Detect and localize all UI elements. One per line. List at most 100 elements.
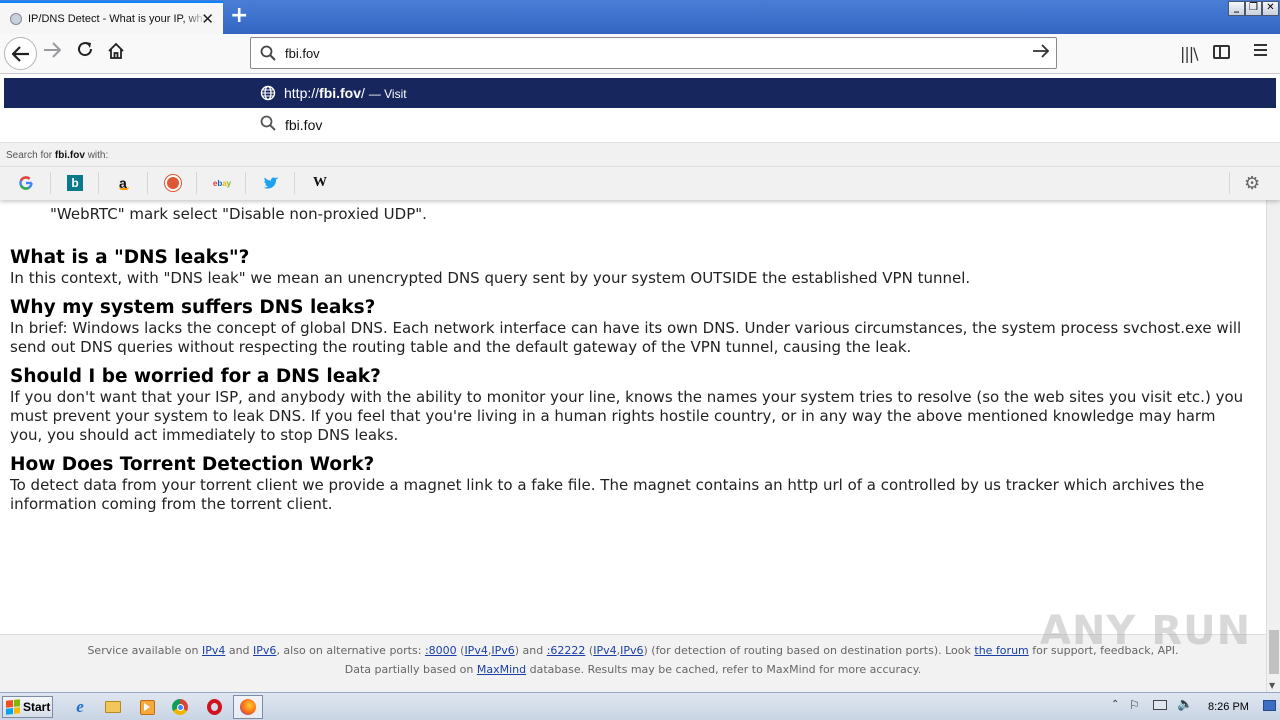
duckduckgo-icon[interactable] [163, 173, 183, 193]
sidebar-toggle-icon[interactable] [1213, 45, 1230, 59]
suggestion-visit-text: http://fbi.fov/ — Visit [284, 85, 407, 101]
section-body-torrent: To detect data from your torrent client … [10, 476, 1205, 513]
section-heading-dns-leaks: What is a "DNS leaks"? [10, 247, 250, 268]
page-scrollbar[interactable]: ▼ [1266, 200, 1280, 692]
suggestion-search-text: fbi.fov [285, 117, 323, 133]
opera-icon[interactable] [204, 697, 224, 717]
section-heading-why-leaks: Why my system suffers DNS leaks? [10, 297, 376, 318]
browser-tab[interactable]: IP/DNS Detect - What is your IP, what is… [0, 1, 223, 34]
url-input-value[interactable]: fbi.fov [285, 46, 320, 61]
back-button[interactable] [4, 37, 37, 70]
action-center-flag-icon[interactable]: ⚐ [1129, 698, 1140, 712]
firefox-icon[interactable] [238, 697, 258, 717]
engine-separator [98, 172, 99, 194]
chrome-icon[interactable] [170, 697, 190, 717]
engine-separator [245, 172, 246, 194]
tab-title: IP/DNS Detect - What is your IP, what is… [28, 12, 206, 25]
footer-text: ) (for detection of routing based on des… [643, 644, 975, 657]
footer-text: , also on alternative ports: [276, 644, 425, 657]
minimize-button[interactable]: _ [1228, 1, 1245, 16]
ipv6-link[interactable]: IPv6 [253, 644, 276, 657]
network-icon[interactable] [1153, 700, 1167, 710]
show-desktop-icon[interactable] [1263, 700, 1276, 711]
tray-expand-icon[interactable]: ⌃ [1111, 699, 1119, 710]
port-62222-link[interactable]: :62222 [547, 644, 586, 657]
footer-text: ) and [514, 644, 547, 657]
port-8000-ipv4-link[interactable]: IPv4 [464, 644, 487, 657]
anyrun-watermark: ANY RUN [1040, 608, 1252, 654]
section-body-worried: If you don't want that your ISP, and any… [10, 388, 1244, 444]
forward-arrow-icon [44, 42, 62, 58]
engine-separator [294, 172, 295, 194]
amazon-icon[interactable]: a [114, 173, 134, 193]
ipv4-link[interactable]: IPv4 [202, 644, 225, 657]
start-label: Start [23, 700, 51, 714]
globe-icon [260, 85, 276, 106]
windows-taskbar: Start e ⌃ ⚐ 🔈 8:26 PM [0, 692, 1280, 720]
close-window-button[interactable]: ✕ [1262, 1, 1279, 16]
search-settings-gear-icon[interactable]: ⚙ [1244, 173, 1260, 194]
footer-text: Data partially based on [344, 663, 477, 676]
scrollbar-thumb[interactable] [1269, 630, 1279, 674]
section-heading-torrent: How Does Torrent Detection Work? [10, 454, 375, 475]
reload-button[interactable] [76, 40, 94, 63]
explorer-icon[interactable] [103, 697, 123, 717]
search-engines-bar: b a ebay W ⚙ [0, 166, 1280, 200]
window-titlebar: IP/DNS Detect - What is your IP, what is… [0, 0, 1280, 34]
search-with-label: Search for fbi.fov with: [0, 142, 1280, 166]
windows-logo-icon [6, 699, 20, 715]
engine-separator [50, 172, 51, 194]
reload-icon [78, 42, 93, 57]
port-8000-ipv6-link[interactable]: IPv6 [491, 644, 514, 657]
footer-text: and [225, 644, 254, 657]
home-icon [108, 42, 124, 59]
taskbar-clock[interactable]: 8:26 PM [1208, 701, 1249, 713]
bing-icon[interactable]: b [65, 173, 85, 193]
port-62222-ipv4-link[interactable]: IPv4 [593, 644, 616, 657]
new-tab-button[interactable]: + [230, 3, 248, 29]
wikipedia-icon[interactable]: W [310, 173, 330, 193]
maxmind-link[interactable]: MaxMind [477, 663, 526, 676]
ie-icon[interactable]: e [70, 697, 90, 717]
search-icon [260, 45, 276, 65]
search-icon [260, 115, 276, 136]
suggestion-suffix: / [361, 85, 365, 101]
port-62222-ipv6-link[interactable]: IPv6 [620, 644, 643, 657]
section-body-dns-leaks: In this context, with "DNS leak" we mean… [10, 269, 971, 287]
start-button[interactable]: Start [2, 696, 53, 718]
forum-link[interactable]: the forum [974, 644, 1028, 657]
tab-close-icon[interactable]: ✕ [201, 10, 214, 28]
home-button[interactable] [107, 42, 125, 64]
scroll-down-arrow-icon[interactable]: ▼ [1269, 681, 1275, 690]
google-icon[interactable] [16, 173, 36, 193]
engine-separator [147, 172, 148, 194]
forward-button[interactable] [43, 42, 62, 63]
suggestion-action: — Visit [368, 87, 407, 101]
twitter-icon[interactable] [261, 173, 281, 193]
port-8000-link[interactable]: :8000 [425, 644, 457, 657]
library-icon[interactable]: |||\ [1180, 44, 1199, 63]
go-arrow-icon[interactable] [1032, 43, 1050, 64]
url-bar[interactable]: fbi.fov [250, 37, 1057, 69]
volume-icon[interactable]: 🔈 [1177, 697, 1193, 712]
section-heading-worried: Should I be worried for a DNS leak? [10, 366, 381, 387]
engine-separator [1229, 172, 1230, 194]
engine-separator [196, 172, 197, 194]
back-arrow-icon [11, 45, 29, 62]
suggestion-host: fbi.fov [319, 85, 362, 101]
ebay-icon[interactable]: ebay [212, 173, 232, 193]
footer-maxmind-line: Data partially based on MaxMind database… [0, 663, 1266, 676]
search-for-term: fbi.fov [54, 150, 85, 161]
media-player-icon[interactable] [137, 697, 157, 717]
suggestion-search-row[interactable]: fbi.fov [4, 110, 1276, 140]
search-for-prefix: Search for [6, 150, 55, 161]
navigation-toolbar: fbi.fov |||\ [0, 34, 1280, 74]
system-tray: ⌃ ⚐ 🔈 [1105, 693, 1280, 720]
footer-text: database. Results may be cached, refer t… [526, 663, 922, 676]
restore-button[interactable]: ❐ [1245, 1, 1262, 16]
section-body-why-leaks: In brief: Windows lacks the concept of g… [10, 319, 1242, 356]
tab-favicon-icon [10, 12, 22, 25]
webrtc-instruction-text: "WebRTC" mark select "Disable non-proxie… [50, 205, 427, 223]
hamburger-menu-icon[interactable] [1254, 44, 1267, 59]
suggestion-visit-row[interactable]: http://fbi.fov/ — Visit [4, 78, 1276, 108]
